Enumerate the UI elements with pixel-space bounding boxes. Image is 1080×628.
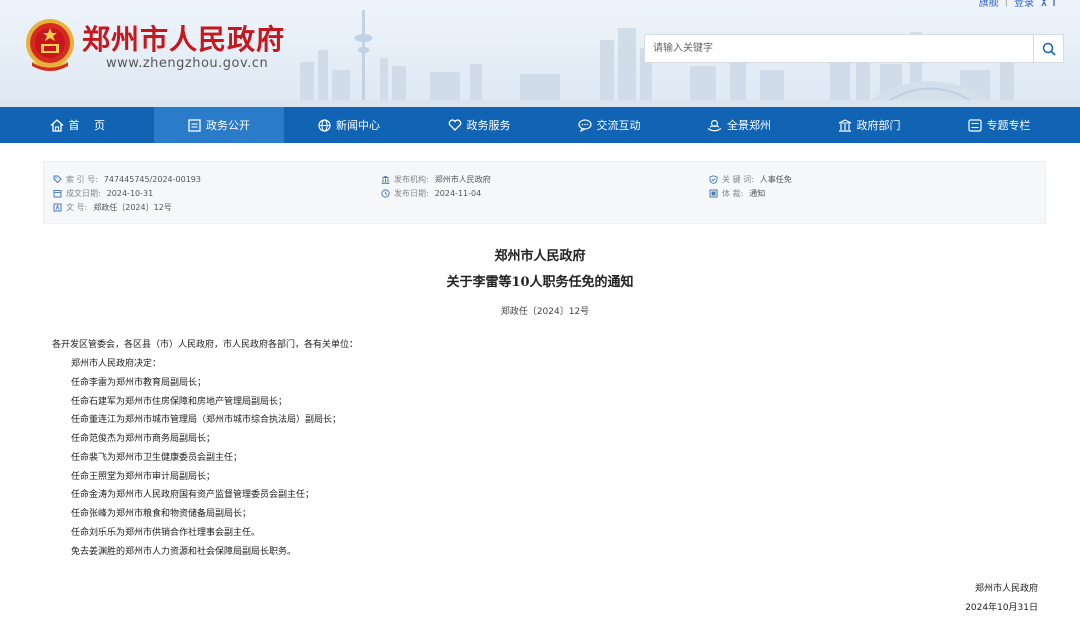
article-signature: 郑州市人民政府: [974, 584, 1038, 594]
nav-item-home[interactable]: 首 页: [0, 107, 154, 143]
search-box: [644, 34, 1034, 63]
calendar-icon: [53, 190, 62, 198]
clock-icon: [381, 189, 390, 198]
nav-item-label: 政务服务: [466, 119, 511, 132]
top-link-login[interactable]: 登录: [1014, 0, 1034, 9]
nav-item-label: 新闻中心: [336, 119, 380, 132]
article-paragraph: 任命李雷为郑州市教育局副局长；: [71, 378, 207, 388]
article-date: 2024年10月31日: [965, 603, 1038, 613]
nav-item-label: 政府部门: [856, 119, 901, 132]
top-links-divider: |: [1004, 0, 1008, 7]
meta-genre-label: 体 裁:: [722, 189, 744, 198]
search-input[interactable]: [645, 35, 1033, 62]
article-paragraph: 任命裴飞为郑州市卫生健康委员会副主任；: [71, 453, 243, 463]
search-button[interactable]: [1033, 34, 1064, 63]
article-paragraph: 任命刘乐乐为郑州市供销合作社理事会副主任。: [71, 528, 261, 538]
meta-topic-value: 人事任免: [759, 175, 792, 184]
document-icon: [188, 118, 201, 132]
chat-icon: [577, 118, 592, 132]
article-paragraph: 任命张峰为郑州市粮食和物资储备局副局长；: [71, 509, 252, 519]
article-paragraph: 任命董连江为郑州市城市管理局（郑州市城市综合执法局）副局长；: [71, 415, 342, 425]
accessibility-icon[interactable]: [1040, 0, 1060, 7]
site-header: 旗舰 | 登录 郑州市人民政府 www.zhengzhou.gov.cn: [0, 0, 1080, 107]
meta-index: 索 引 号: 747445745/2024-00193: [53, 174, 201, 185]
top-links: 旗舰 | 登录: [979, 0, 1060, 9]
meta-published: 发布日期: 2024-11-04: [381, 188, 481, 199]
meta-topic: 关 键 词: 人事任免: [709, 174, 792, 185]
search-icon: [1042, 42, 1056, 56]
meta-created-value: 2024-10-31: [106, 189, 154, 198]
meta-index-value: 747445745/2024-00193: [103, 175, 201, 184]
meta-created-label: 成文日期:: [66, 189, 101, 198]
nav-item-gov-services[interactable]: 政务服务: [414, 107, 544, 143]
home-icon: [50, 118, 63, 132]
article-title-line1: 郑州市人民政府: [494, 249, 586, 264]
article-paragraph: 免去姜渊胜的郑州市人力资源和社会保障局副局长职务。: [71, 547, 297, 557]
meta-issuer-label: 发布机构:: [394, 175, 429, 184]
nav-item-label: 全景郑州: [727, 119, 771, 132]
nav-item-panorama[interactable]: 全景郑州: [674, 107, 804, 143]
nav-item-news[interactable]: 新闻中心: [284, 107, 414, 143]
meta-docno-value: 郑政任〔2024〕12号: [93, 203, 172, 212]
meta-topic-label: 关 键 词:: [722, 175, 754, 184]
institution-icon: [381, 175, 390, 184]
nav-item-gov-affairs-public[interactable]: 政务公开: [154, 107, 284, 143]
meta-created: 成文日期: 2024-10-31: [53, 188, 153, 199]
panorama-icon: [707, 119, 722, 131]
article-paragraph: 任命王照堂为郑州市审计局副局长；: [71, 472, 216, 482]
meta-docno-label: 文 号:: [66, 203, 88, 212]
heart-icon: [448, 119, 461, 131]
meta-published-label: 发布日期:: [394, 189, 429, 198]
top-link-flagship[interactable]: 旗舰: [979, 0, 999, 9]
shield-check-icon: [709, 175, 718, 184]
nav-item-label: 交流互动: [596, 119, 641, 132]
site-title[interactable]: 郑州市人民政府: [82, 18, 285, 58]
nav-item-label: 专题专栏: [986, 119, 1031, 132]
list-icon: [967, 118, 982, 132]
main-nav: 首 页 政务公开 新闻中心 政务服务 交流互动 全景郑州 政府部门 专题专栏: [0, 107, 1080, 143]
meta-genre-value: 通知: [749, 189, 766, 198]
nav-item-interaction[interactable]: 交流互动: [544, 107, 674, 143]
meta-issuer-value: 郑州市人民政府: [434, 175, 491, 184]
nav-item-special-topics[interactable]: 专题专栏: [934, 107, 1064, 143]
article-paragraph: 任命石建军为郑州市住房保障和房地产管理局副局长；: [71, 397, 288, 407]
nav-item-departments[interactable]: 政府部门: [804, 107, 934, 143]
national-emblem-logo[interactable]: [24, 16, 76, 74]
building-icon: [838, 118, 851, 132]
article-paragraph: 郑州市人民政府决定：: [71, 359, 162, 369]
article-title-line2: 关于李雷等10人职务任免的通知: [446, 275, 634, 290]
globe-icon: [318, 118, 331, 132]
meta-index-label: 索 引 号:: [66, 175, 98, 184]
document-number-icon: [53, 203, 62, 212]
nav-item-label: 首 页: [68, 119, 111, 132]
article-salutation: 各开发区管委会，各区县（市）人民政府，市人民政府各部门，各有关单位：: [52, 340, 359, 350]
document-meta-box: 索 引 号: 747445745/2024-00193 成文日期: 2024-1…: [43, 161, 1046, 224]
site-url: www.zhengzhou.gov.cn: [106, 56, 269, 71]
meta-issuer: 发布机构: 郑州市人民政府: [381, 174, 491, 185]
nav-item-label: 政务公开: [206, 119, 250, 132]
genre-icon: [709, 189, 718, 198]
tag-icon: [53, 175, 62, 184]
article-doc-number: 郑政任〔2024〕12号: [500, 307, 590, 317]
article-paragraph: 任命金涛为郑州市人民政府国有资产监督管理委员会副主任；: [71, 490, 315, 500]
article-paragraph: 任命范俊杰为郑州市商务局副局长；: [71, 434, 216, 444]
meta-docno: 文 号: 郑政任〔2024〕12号: [53, 202, 172, 213]
meta-genre: 体 裁: 通知: [709, 188, 765, 199]
meta-published-value: 2024-11-04: [434, 189, 482, 198]
